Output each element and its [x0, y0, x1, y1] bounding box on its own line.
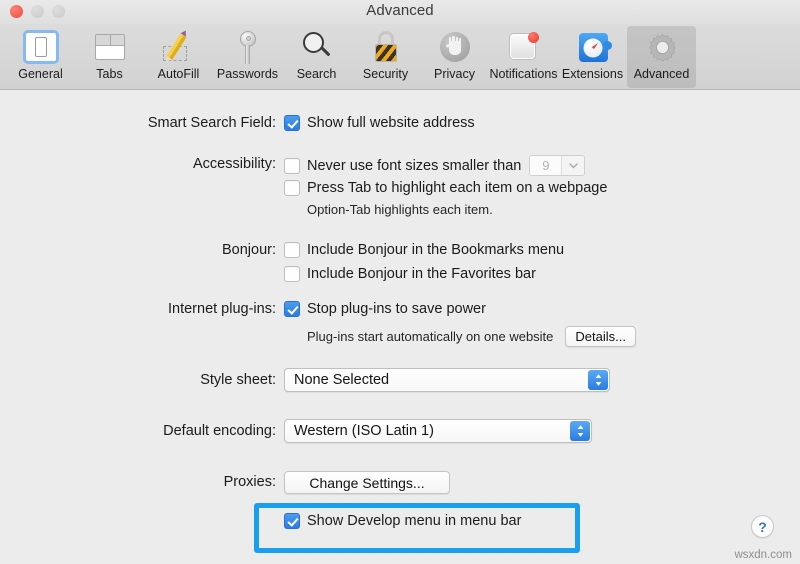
style-sheet-popup[interactable]: None Selected: [284, 368, 610, 392]
checkbox-row-show-full-website-address[interactable]: Show full website address: [284, 114, 475, 132]
checkbox-row-show-develop-menu[interactable]: Show Develop menu in menu bar: [284, 512, 521, 530]
padlock-icon: [367, 28, 405, 66]
checkbox-label-show-full-website-address: Show full website address: [307, 115, 475, 131]
plugins-details-row: Plug-ins start automatically on one webs…: [307, 326, 636, 347]
checkbox-press-tab[interactable]: [284, 180, 300, 196]
setting-row-proxies: Proxies: Change Settings...: [126, 471, 450, 494]
toolbar-label-general: General: [18, 67, 63, 81]
toolbar-item-security[interactable]: Security: [351, 26, 420, 88]
gear-icon: [643, 28, 681, 66]
default-encoding-value: Western (ISO Latin 1): [294, 423, 434, 439]
checkbox-row-bonjour-favorites[interactable]: Include Bonjour in the Favorites bar: [284, 265, 536, 283]
chevron-down-icon[interactable]: [561, 156, 585, 175]
toolbar-label-advanced: Advanced: [633, 67, 690, 81]
toolbar-item-tabs[interactable]: Tabs: [75, 26, 144, 88]
checkbox-stop-plugins[interactable]: [284, 301, 300, 317]
checkbox-show-full-website-address[interactable]: [284, 115, 300, 131]
hint-plugins-auto-start: Plug-ins start automatically on one webs…: [307, 328, 554, 344]
popup-arrows-icon[interactable]: [570, 421, 590, 441]
toolbar-item-privacy[interactable]: Privacy: [420, 26, 489, 88]
hint-option-tab-text: Option-Tab highlights each item.: [307, 202, 493, 217]
preferences-toolbar: General Tabs AutoFill Passwords Search S…: [0, 24, 800, 90]
checkbox-row-stop-plugins[interactable]: Stop plug-ins to save power: [284, 300, 486, 318]
setting-row-style-sheet: Style sheet: None Selected: [126, 368, 610, 392]
setting-row-accessibility: Accessibility: Never use font sizes smal…: [126, 155, 586, 176]
setting-row-develop-menu: Show Develop menu in menu bar: [284, 512, 521, 530]
checkbox-row-bonjour-bookmarks[interactable]: Include Bonjour in the Bookmarks menu: [284, 241, 564, 259]
toolbar-item-passwords[interactable]: Passwords: [213, 26, 282, 88]
checkbox-label-press-tab: Press Tab to highlight each item on a we…: [307, 180, 608, 196]
label-accessibility: Accessibility:: [193, 156, 276, 172]
notification-card-icon: [505, 28, 543, 66]
toolbar-label-extensions: Extensions: [561, 67, 624, 81]
magnifier-icon: [298, 28, 336, 66]
toolbar-item-search[interactable]: Search: [282, 26, 351, 88]
label-proxies: Proxies:: [223, 474, 276, 490]
setting-row-internet-plugins: Internet plug-ins: Stop plug-ins to save…: [126, 300, 486, 318]
setting-row-press-tab: Press Tab to highlight each item on a we…: [284, 179, 607, 197]
toolbar-label-security: Security: [362, 67, 409, 81]
toolbar-item-extensions[interactable]: Extensions: [558, 26, 627, 88]
checkbox-label-never-use-font-sizes: Never use font sizes smaller than: [307, 157, 522, 174]
style-sheet-value: None Selected: [294, 372, 390, 388]
setting-row-bonjour: Bonjour: Include Bonjour in the Bookmark…: [126, 241, 564, 259]
window-title: Advanced: [366, 2, 434, 19]
puzzle-compass-icon: [574, 28, 612, 66]
toolbar-label-notifications: Notifications: [489, 67, 558, 81]
checkbox-label-stop-plugins: Stop plug-ins to save power: [307, 301, 486, 317]
checkbox-label-bonjour-favorites: Include Bonjour in the Favorites bar: [307, 266, 536, 282]
checkbox-bonjour-bookmarks[interactable]: [284, 242, 300, 258]
font-size-value: 9: [530, 156, 562, 175]
advanced-settings-pane: Smart Search Field: Show full website ad…: [0, 91, 800, 564]
general-icon: [22, 28, 60, 66]
default-encoding-popup[interactable]: Western (ISO Latin 1): [284, 419, 592, 443]
setting-row-bonjour-favorites: Include Bonjour in the Favorites bar: [284, 265, 536, 283]
setting-row-smart-search-field: Smart Search Field: Show full website ad…: [126, 114, 475, 132]
autofill-pencil-icon: [160, 28, 198, 66]
label-style-sheet: Style sheet:: [200, 372, 276, 388]
help-button[interactable]: ?: [751, 515, 774, 538]
toolbar-label-autofill: AutoFill: [157, 67, 200, 81]
checkbox-show-develop-menu[interactable]: [284, 513, 300, 529]
checkbox-row-never-use-font-sizes[interactable]: Never use font sizes smaller than: [284, 157, 521, 175]
toolbar-item-advanced[interactable]: Advanced: [627, 26, 696, 88]
key-icon: [229, 28, 267, 66]
toolbar-item-autofill[interactable]: AutoFill: [144, 26, 213, 88]
label-bonjour: Bonjour:: [221, 242, 276, 258]
toolbar-item-notifications[interactable]: Notifications: [489, 26, 558, 88]
checkbox-never-use-font-sizes[interactable]: [284, 157, 300, 174]
checkbox-label-bonjour-bookmarks: Include Bonjour in the Bookmarks menu: [307, 242, 565, 258]
toolbar-item-general[interactable]: General: [6, 26, 75, 88]
details-button[interactable]: Details...: [565, 326, 636, 347]
tabs-icon: [91, 28, 129, 66]
label-internet-plugins: Internet plug-ins:: [167, 301, 276, 317]
checkbox-row-press-tab[interactable]: Press Tab to highlight each item on a we…: [284, 179, 607, 197]
label-default-encoding: Default encoding:: [163, 423, 276, 439]
preferences-window: Advanced General Tabs AutoFill Passwords: [0, 0, 800, 564]
toolbar-label-privacy: Privacy: [434, 67, 475, 81]
popup-arrows-icon[interactable]: [588, 370, 608, 390]
font-size-stepper[interactable]: 9: [529, 155, 586, 176]
checkbox-bonjour-favorites[interactable]: [284, 266, 300, 282]
change-settings-button[interactable]: Change Settings...: [284, 471, 450, 494]
toolbar-label-passwords: Passwords: [216, 67, 279, 81]
checkbox-label-show-develop-menu: Show Develop menu in menu bar: [307, 513, 522, 529]
watermark: wsxdn.com: [734, 549, 792, 561]
toolbar-label-tabs: Tabs: [96, 67, 123, 81]
setting-row-default-encoding: Default encoding: Western (ISO Latin 1): [126, 419, 592, 443]
hand-icon: [436, 28, 474, 66]
label-smart-search-field: Smart Search Field:: [147, 115, 276, 131]
title-bar: Advanced: [0, 0, 800, 25]
toolbar-label-search: Search: [296, 67, 337, 81]
hint-option-tab: Option-Tab highlights each item.: [307, 202, 493, 218]
